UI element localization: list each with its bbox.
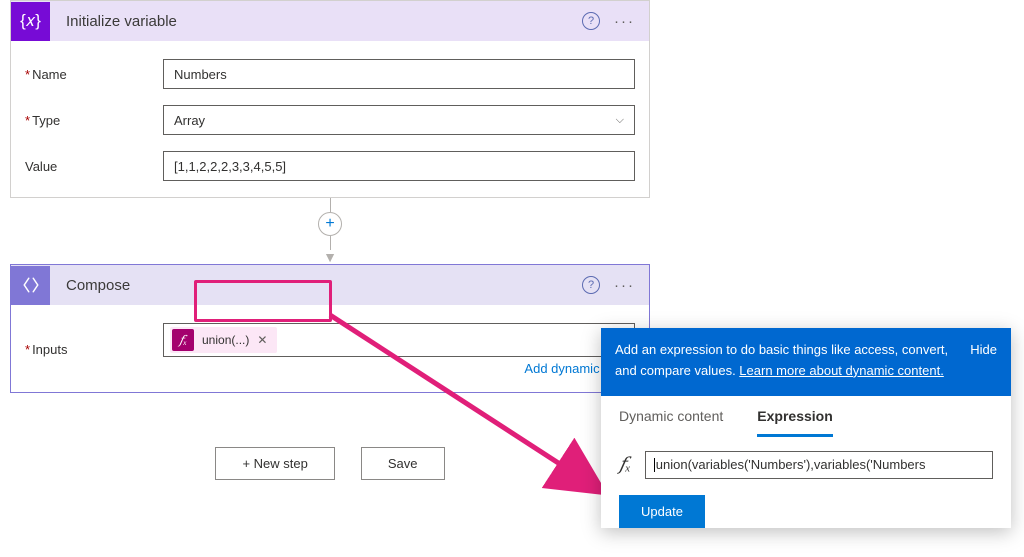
expression-token[interactable]: 𝑓ₓ union(...) ✕ xyxy=(170,327,277,353)
update-button[interactable]: Update xyxy=(619,495,705,528)
type-value: Array xyxy=(174,113,205,128)
add-step-icon[interactable]: + xyxy=(318,212,342,236)
card-body: *Inputs 𝑓ₓ union(...) ✕ Add dynamic cont… xyxy=(11,305,649,392)
name-input[interactable]: Numbers xyxy=(163,59,635,89)
type-select[interactable]: Array ⌵ xyxy=(163,105,635,135)
name-label: *Name xyxy=(25,67,163,82)
more-icon[interactable]: ··· xyxy=(614,277,639,294)
expression-flyout: Add an expression to do basic things lik… xyxy=(601,328,1011,528)
value-input[interactable]: [1,1,2,2,2,3,3,4,5,5] xyxy=(163,151,635,181)
value-label: Value xyxy=(25,159,163,174)
flyout-banner: Add an expression to do basic things lik… xyxy=(601,328,1011,396)
save-button[interactable]: Save xyxy=(361,447,445,480)
tab-dynamic-content[interactable]: Dynamic content xyxy=(619,408,723,437)
chevron-down-icon: ⌵ xyxy=(616,114,624,127)
fx-icon: 𝑓ₓ xyxy=(619,454,631,475)
help-icon[interactable]: ? xyxy=(582,12,600,30)
compose-card: Compose ? ··· *Inputs 𝑓ₓ union(...) ✕ Ad… xyxy=(10,264,650,393)
fx-icon: 𝑓ₓ xyxy=(172,329,194,351)
close-icon[interactable]: ✕ xyxy=(257,333,267,347)
card-header[interactable]: Compose ? ··· xyxy=(11,265,649,305)
learn-more-link[interactable]: Learn more about dynamic content. xyxy=(739,363,944,378)
token-label: union(...) xyxy=(202,333,249,347)
inputs-input[interactable]: 𝑓ₓ union(...) ✕ xyxy=(163,323,635,357)
card-title: Initialize variable xyxy=(50,13,582,30)
card-header[interactable]: {𝑥} Initialize variable ? ··· xyxy=(11,1,649,41)
new-step-button[interactable]: + New step xyxy=(215,447,334,480)
card-body: *Name Numbers *Type Array ⌵ Value [1,1,2… xyxy=(11,41,649,197)
help-icon[interactable]: ? xyxy=(582,276,600,294)
expression-input[interactable]: union(variables('Numbers'),variables('Nu… xyxy=(645,451,993,479)
card-title: Compose xyxy=(50,277,582,294)
compose-icon xyxy=(11,266,50,305)
more-icon[interactable]: ··· xyxy=(614,13,639,30)
variable-icon: {𝑥} xyxy=(11,2,50,41)
arrow-down-icon: ▼ xyxy=(323,250,337,264)
type-label: *Type xyxy=(25,113,163,128)
connector: + ▼ xyxy=(10,198,650,264)
tab-expression[interactable]: Expression xyxy=(757,408,832,437)
hide-button[interactable]: Hide xyxy=(970,340,997,382)
inputs-label: *Inputs xyxy=(25,342,163,357)
initialize-variable-card: {𝑥} Initialize variable ? ··· *Name Numb… xyxy=(10,0,650,198)
tabs: Dynamic content Expression xyxy=(601,396,1011,437)
